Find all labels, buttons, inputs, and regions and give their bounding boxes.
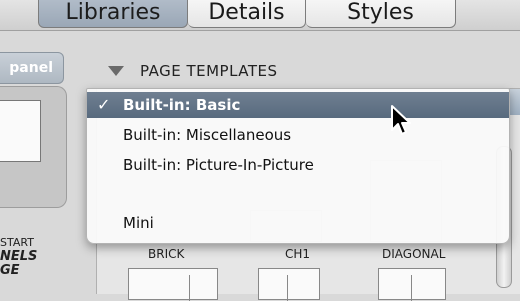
menu-item-built-in-picture-in-picture[interactable]: Built-in: Picture-In-Picture	[87, 152, 509, 178]
menu-item-mini[interactable]: Mini	[87, 210, 509, 236]
thumbnail-divider	[287, 275, 288, 301]
panel-button-label: panel	[9, 60, 53, 76]
template-thumbnail-brick[interactable]	[128, 268, 218, 301]
template-thumbnail-diagonal[interactable]	[378, 268, 446, 301]
tab-details[interactable]: Details	[188, 0, 306, 28]
menu-item-built-in-basic[interactable]: ✓ Built-in: Basic	[87, 92, 509, 118]
library-tab-bar: Libraries Details Styles	[0, 0, 520, 31]
disclosure-triangle-icon[interactable]	[108, 66, 124, 76]
menu-item-built-in-miscellaneous[interactable]: Built-in: Miscellaneous	[87, 122, 509, 148]
menu-item-label: Built-in: Basic	[123, 96, 241, 114]
menu-item-label: Built-in: Picture-In-Picture	[123, 156, 314, 174]
thumbnail-divider	[189, 275, 190, 301]
left-caption-line3: GE	[0, 263, 20, 278]
panel-button[interactable]: panel	[0, 52, 64, 84]
left-caption: START NELS GE	[0, 236, 62, 278]
menu-item-label: Built-in: Miscellaneous	[123, 126, 292, 144]
menu-item-label: Mini	[123, 214, 154, 232]
tab-libraries[interactable]: Libraries	[38, 0, 188, 28]
checkmark-icon: ✓	[97, 95, 111, 114]
template-label-diagonal: DIAGONAL	[382, 247, 446, 261]
tab-styles[interactable]: Styles	[306, 0, 456, 28]
page-templates-header[interactable]: PAGE TEMPLATES	[108, 60, 278, 82]
section-title: PAGE TEMPLATES	[140, 62, 278, 80]
template-label-ch1: CH1	[285, 247, 311, 261]
arrow-cursor-icon	[391, 105, 411, 135]
template-label-brick: BRICK	[148, 247, 185, 261]
left-caption-line2: NELS	[0, 249, 38, 264]
left-thumbnail[interactable]	[0, 100, 41, 162]
template-set-menu: ✓ Built-in: Basic Built-in: Miscellaneou…	[86, 88, 510, 244]
thumbnail-divider	[411, 275, 412, 301]
left-caption-line1: START	[0, 236, 34, 249]
template-thumbnail-ch1[interactable]	[258, 268, 320, 301]
